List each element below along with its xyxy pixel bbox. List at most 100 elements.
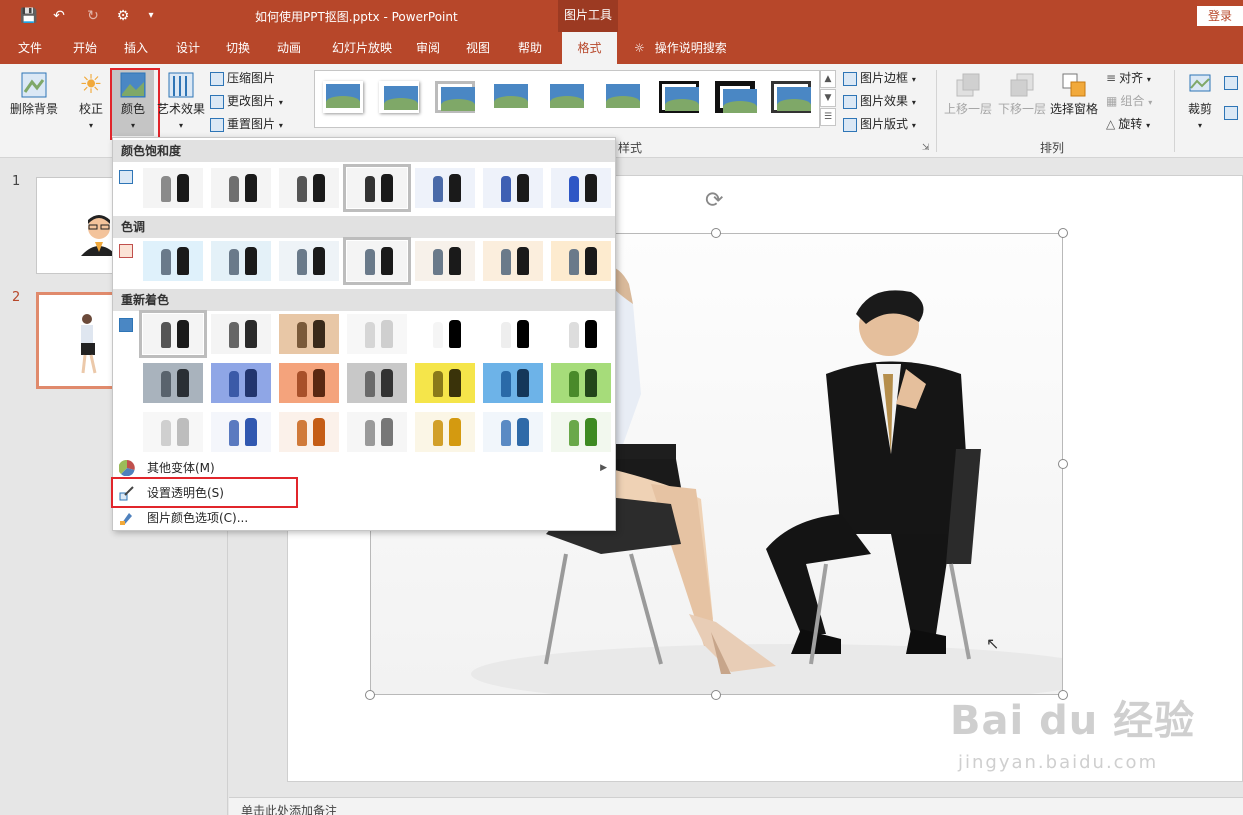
tab-slideshow[interactable]: 幻灯片放映 xyxy=(322,32,402,64)
change-picture-button[interactable]: 更改图片 ▾ xyxy=(210,91,283,111)
selection-pane-button[interactable]: 选择窗格 xyxy=(1048,70,1100,117)
size-height-icon[interactable] xyxy=(1224,76,1238,90)
rotate-button[interactable]: △ 旋转 ▾ xyxy=(1106,114,1150,134)
swatch-background xyxy=(347,363,407,403)
recolor-swatch[interactable] xyxy=(211,412,271,452)
tone-swatch[interactable] xyxy=(143,241,203,281)
tab-help[interactable]: 帮助 xyxy=(510,32,550,64)
crop-button[interactable]: 裁剪 ▾ xyxy=(1180,70,1220,131)
recolor-swatch[interactable] xyxy=(211,314,271,354)
customize-qat-icon[interactable]: ▾ xyxy=(142,7,160,25)
recolor-swatch[interactable] xyxy=(279,412,339,452)
recolor-swatch[interactable] xyxy=(211,363,271,403)
recolor-swatch[interactable] xyxy=(551,363,611,403)
resize-handle-bottom[interactable] xyxy=(711,690,721,700)
tone-swatch[interactable] xyxy=(415,241,475,281)
gallery-down-button[interactable]: ▼ xyxy=(820,89,836,107)
picture-style-1[interactable] xyxy=(323,81,363,113)
swatch-figure xyxy=(177,174,189,202)
recolor-swatch[interactable] xyxy=(415,363,475,403)
size-width-icon[interactable] xyxy=(1224,106,1238,120)
picture-style-6[interactable] xyxy=(603,81,643,113)
saturation-swatch[interactable] xyxy=(343,164,411,212)
resize-handle-top[interactable] xyxy=(711,228,721,238)
send-backward-button[interactable]: 下移一层 xyxy=(996,70,1048,117)
tab-transitions[interactable]: 切换 xyxy=(218,32,258,64)
recolor-swatch[interactable] xyxy=(415,314,475,354)
recolor-swatch[interactable] xyxy=(551,412,611,452)
group-button[interactable]: ▦ 组合 ▾ xyxy=(1106,91,1152,111)
picture-border-button[interactable]: 图片边框 ▾ xyxy=(843,68,916,88)
picture-border-label: 图片边框 xyxy=(860,71,909,85)
picture-style-5[interactable] xyxy=(547,81,587,113)
picture-style-4[interactable] xyxy=(491,81,531,113)
picture-style-9[interactable] xyxy=(771,81,811,113)
tab-review[interactable]: 审阅 xyxy=(408,32,448,64)
rotate-handle-icon[interactable]: ⟳ xyxy=(705,188,723,213)
swatch-background xyxy=(415,168,475,208)
swatch-figure xyxy=(365,176,375,202)
saturation-swatch[interactable] xyxy=(279,168,339,208)
tab-insert[interactable]: 插入 xyxy=(116,32,156,64)
gallery-up-button[interactable]: ▲ xyxy=(820,70,836,88)
recolor-swatch[interactable] xyxy=(551,314,611,354)
picture-style-8[interactable] xyxy=(715,81,757,113)
bring-forward-button[interactable]: 上移一层 xyxy=(942,70,994,117)
recolor-swatch[interactable] xyxy=(279,314,339,354)
resize-handle-top-right[interactable] xyxy=(1058,228,1068,238)
recolor-swatch[interactable] xyxy=(139,310,207,358)
artistic-effects-button[interactable]: 艺术效果 ▾ xyxy=(156,70,206,131)
undo-icon[interactable]: ↶ xyxy=(50,7,68,25)
resize-handle-right[interactable] xyxy=(1058,459,1068,469)
presenter-icon[interactable]: ⚙ xyxy=(114,7,132,25)
recolor-swatch[interactable] xyxy=(347,314,407,354)
picture-color-options-item[interactable]: 图片颜色选项(C)... xyxy=(113,506,615,530)
gallery-more-button[interactable]: ☰ xyxy=(820,108,836,126)
recolor-swatch[interactable] xyxy=(143,412,203,452)
tab-design[interactable]: 设计 xyxy=(168,32,208,64)
recolor-swatch[interactable] xyxy=(483,363,543,403)
saturation-swatch[interactable] xyxy=(415,168,475,208)
save-icon[interactable]: 💾 xyxy=(20,7,38,25)
dialog-launcher-icon[interactable]: ⇲ xyxy=(922,143,930,153)
tone-swatch[interactable] xyxy=(279,241,339,281)
tone-swatch[interactable] xyxy=(483,241,543,281)
tone-swatch[interactable] xyxy=(343,237,411,285)
picture-effects-button[interactable]: 图片效果 ▾ xyxy=(843,91,916,111)
recolor-swatch[interactable] xyxy=(279,363,339,403)
tab-format[interactable]: 格式 xyxy=(562,32,617,64)
chevron-down-icon: ▾ xyxy=(911,75,916,84)
saturation-swatch[interactable] xyxy=(551,168,611,208)
align-button[interactable]: ≡ 对齐 ▾ xyxy=(1106,68,1151,88)
tone-swatch[interactable] xyxy=(551,241,611,281)
saturation-swatch[interactable] xyxy=(143,168,203,208)
recolor-swatch[interactable] xyxy=(415,412,475,452)
picture-style-7[interactable] xyxy=(659,81,699,113)
remove-background-button[interactable]: 删除背景 xyxy=(8,70,60,117)
recolor-swatch[interactable] xyxy=(347,363,407,403)
saturation-swatch[interactable] xyxy=(211,168,271,208)
tone-swatch[interactable] xyxy=(211,241,271,281)
tab-view[interactable]: 视图 xyxy=(458,32,498,64)
notes-pane[interactable]: 单击此处添加备注 xyxy=(229,797,1243,815)
login-button[interactable]: 登录 xyxy=(1197,6,1243,26)
tell-me-search[interactable]: ☼ 操作说明搜索 xyxy=(634,32,727,64)
recolor-swatch[interactable] xyxy=(347,412,407,452)
tab-file[interactable]: 文件 xyxy=(10,32,50,64)
swatch-figure xyxy=(433,322,443,348)
resize-handle-bottom-left[interactable] xyxy=(365,690,375,700)
corrections-button[interactable]: ☀ 校正 ▾ xyxy=(74,70,108,131)
saturation-swatch[interactable] xyxy=(483,168,543,208)
redo-icon[interactable]: ↻ xyxy=(84,7,102,25)
picture-style-3[interactable] xyxy=(435,81,475,113)
tab-home[interactable]: 开始 xyxy=(64,32,106,64)
swatch-figure xyxy=(313,369,325,397)
recolor-swatch[interactable] xyxy=(143,363,203,403)
tab-animations[interactable]: 动画 xyxy=(268,32,310,64)
recolor-swatch[interactable] xyxy=(483,314,543,354)
reset-picture-button[interactable]: 重置图片 ▾ xyxy=(210,114,283,134)
picture-style-2[interactable] xyxy=(379,81,419,113)
recolor-swatch[interactable] xyxy=(483,412,543,452)
compress-pictures-button[interactable]: 压缩图片 xyxy=(210,68,275,88)
picture-layout-button[interactable]: 图片版式 ▾ xyxy=(843,114,916,134)
